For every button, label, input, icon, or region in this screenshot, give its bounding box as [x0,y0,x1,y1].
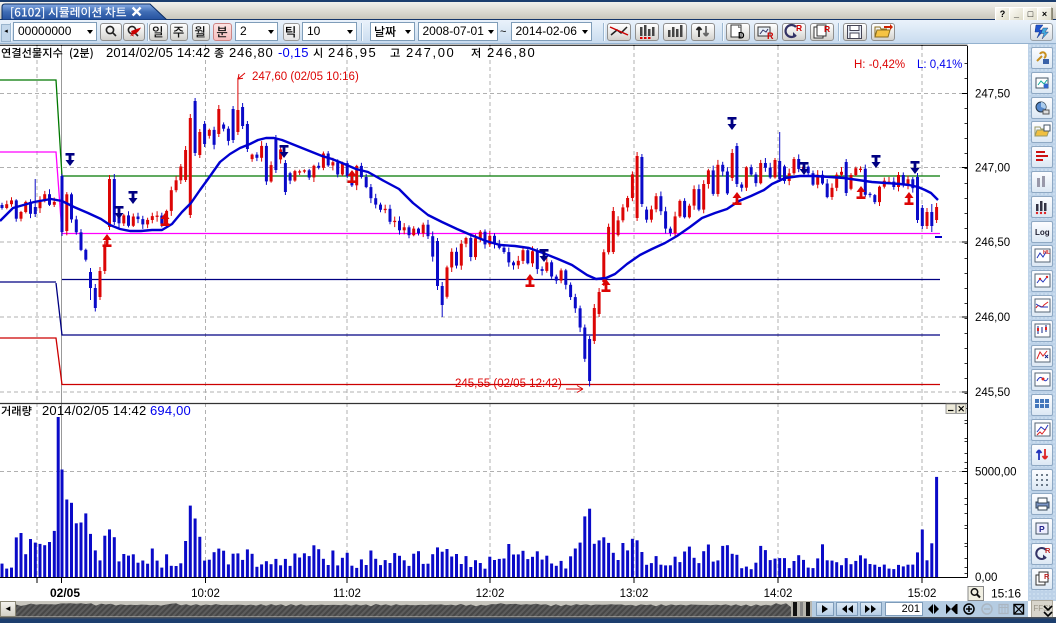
svg-text:R: R [824,24,830,34]
svg-text:5000,00: 5000,00 [975,467,1017,479]
svg-text:247,00: 247,00 [406,45,455,60]
svg-text:11:02: 11:02 [333,588,361,600]
svg-text:246,00: 246,00 [975,312,1010,324]
svg-text:15:16: 15:16 [991,587,1021,601]
svg-text:2014/02/05 14:42: 2014/02/05 14:42 [106,45,210,60]
svg-text:10:02: 10:02 [191,588,220,600]
svg-text:14:02: 14:02 [764,588,793,600]
svg-text:HL: HL [1043,250,1051,256]
svg-text:246,80: 246,80 [487,45,536,60]
svg-text:H: -0,42%: H: -0,42% [854,59,905,71]
svg-text:247,60 (02/05 10:16): 247,60 (02/05 10:16) [252,71,359,83]
svg-text:Log: Log [1035,228,1050,237]
svg-text:13:02: 13:02 [620,588,649,600]
svg-text:12:02: 12:02 [476,588,505,600]
svg-text:247,50: 247,50 [975,89,1010,101]
svg-text:R: R [1044,572,1050,581]
svg-text:0,00: 0,00 [975,572,997,584]
svg-text:R: R [767,31,774,41]
svg-text:246,95: 246,95 [328,45,377,60]
svg-text:15:02: 15:02 [908,588,937,600]
svg-text:2014/02/05 14:42: 2014/02/05 14:42 [42,403,146,418]
svg-text:246,80: 246,80 [229,45,274,60]
svg-text:R: R [796,23,802,33]
svg-text:-0,15: -0,15 [278,45,309,60]
svg-text:02/05: 02/05 [50,586,80,600]
svg-text:694,00: 694,00 [150,403,191,418]
svg-text:P: P [1039,524,1045,534]
svg-text:L: 0,41%: L: 0,41% [917,59,962,71]
svg-text:247,00: 247,00 [975,163,1010,175]
svg-text:245,50: 245,50 [975,387,1010,399]
svg-text:R: R [1045,546,1051,555]
svg-text:246,50: 246,50 [975,237,1010,249]
svg-text:D: D [738,31,745,41]
svg-text:245,55 (02/05 12:42): 245,55 (02/05 12:42) [455,378,562,390]
